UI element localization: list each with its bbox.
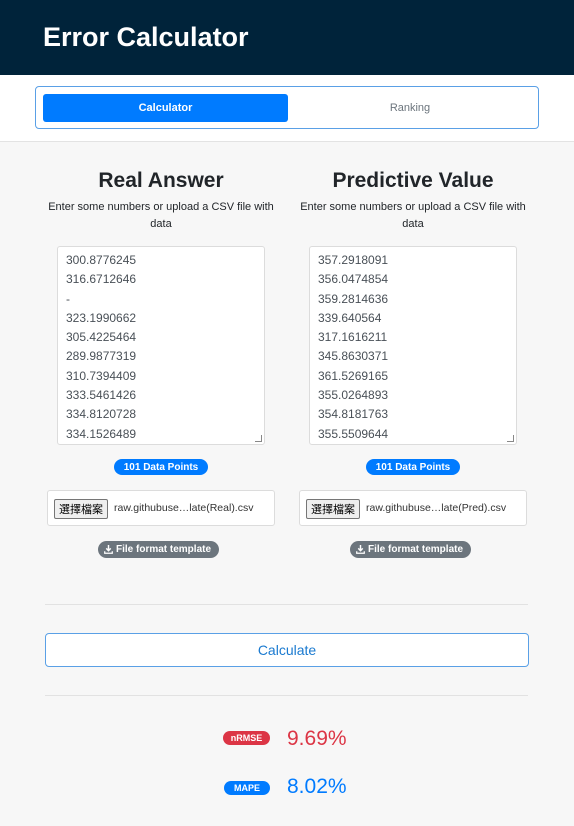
real-value-line: -: [66, 291, 70, 306]
real-answer-title: Real Answer: [98, 169, 224, 192]
predictive-value-description: Enter some numbers or upload a CSV file …: [300, 201, 526, 230]
calculate-button[interactable]: Calculate: [45, 633, 529, 667]
app-title: Error Calculator: [43, 22, 249, 52]
pred-file-input[interactable]: 選擇檔案 raw.githubuse…late(Pred).csv: [299, 490, 527, 526]
download-icon: [104, 545, 113, 554]
real-template-label: File format template: [116, 544, 212, 555]
pred-choose-file-button[interactable]: 選擇檔案: [306, 499, 360, 519]
real-file-input[interactable]: 選擇檔案 raw.githubuse…late(Real).csv: [47, 490, 275, 526]
resize-handle-icon[interactable]: [255, 435, 262, 442]
mape-value: 8.02%: [287, 775, 347, 798]
real-data-points-badge: 101 Data Points: [114, 459, 208, 475]
tab-calculator[interactable]: Calculator: [43, 94, 288, 122]
pred-value-line: 317.1616211: [318, 330, 388, 345]
pred-value-line: 359.2814636: [318, 291, 389, 306]
pred-value-line: 357.2918091: [318, 253, 389, 267]
pred-data-points-badge: 101 Data Points: [366, 459, 460, 475]
mape-badge: MAPE: [224, 781, 270, 795]
real-value-line: 310.7394409: [66, 368, 137, 383]
nav-bar: Calculator Ranking: [0, 75, 574, 142]
real-value-line: 334.1526489: [66, 426, 137, 441]
pred-template-button[interactable]: File format template: [350, 541, 472, 558]
tab-group: Calculator Ranking: [35, 86, 539, 129]
pred-file-name: raw.githubuse…late(Pred).csv: [366, 502, 507, 514]
real-value-line: 305.4225464: [66, 330, 137, 345]
tab-ranking[interactable]: Ranking: [288, 94, 532, 122]
pred-value-line: 355.5509644: [318, 426, 389, 441]
divider: [45, 604, 528, 605]
pred-value-line: 354.8181763: [318, 407, 389, 422]
pred-value-line: 361.5269165: [318, 368, 389, 383]
nrmse-badge: nRMSE: [223, 731, 270, 745]
real-values-textarea[interactable]: 300.8776245 316.6712646 - 323.1990662 305.42…: [57, 246, 265, 445]
real-value-line: 300.8776245: [66, 253, 137, 267]
real-value-line: 334.8120728: [66, 407, 137, 422]
real-value-line: 316.6712646: [66, 272, 137, 287]
real-values-list: 300.8776245 316.6712646 - 323.1990662 305.42…: [66, 251, 264, 444]
real-value-line: 333.5461426: [66, 388, 137, 403]
download-icon: [356, 545, 365, 554]
real-template-button[interactable]: File format template: [98, 541, 220, 558]
real-value-line: 289.9877319: [66, 349, 137, 364]
real-value-line: 323.1990662: [66, 310, 137, 325]
pred-value-line: 345.8630371: [318, 349, 389, 364]
pred-template-label: File format template: [368, 544, 464, 555]
predictive-value-title: Predictive Value: [332, 169, 494, 192]
pred-values-textarea[interactable]: 357.2918091 356.0474854 359.2814636 339.640…: [309, 246, 517, 445]
pred-value-line: 356.0474854: [318, 272, 389, 287]
divider: [45, 695, 528, 696]
pred-value-line: 355.0264893: [318, 388, 389, 403]
nrmse-value: 9.69%: [287, 727, 347, 750]
real-choose-file-button[interactable]: 選擇檔案: [54, 499, 108, 519]
real-answer-description: Enter some numbers or upload a CSV file …: [48, 201, 274, 230]
real-file-name: raw.githubuse…late(Real).csv: [114, 502, 254, 514]
resize-handle-icon[interactable]: [507, 435, 514, 442]
app-header: Error Calculator: [0, 0, 574, 75]
pred-value-line: 339.640564: [318, 310, 382, 325]
pred-values-list: 357.2918091 356.0474854 359.2814636 339.640…: [318, 251, 516, 444]
